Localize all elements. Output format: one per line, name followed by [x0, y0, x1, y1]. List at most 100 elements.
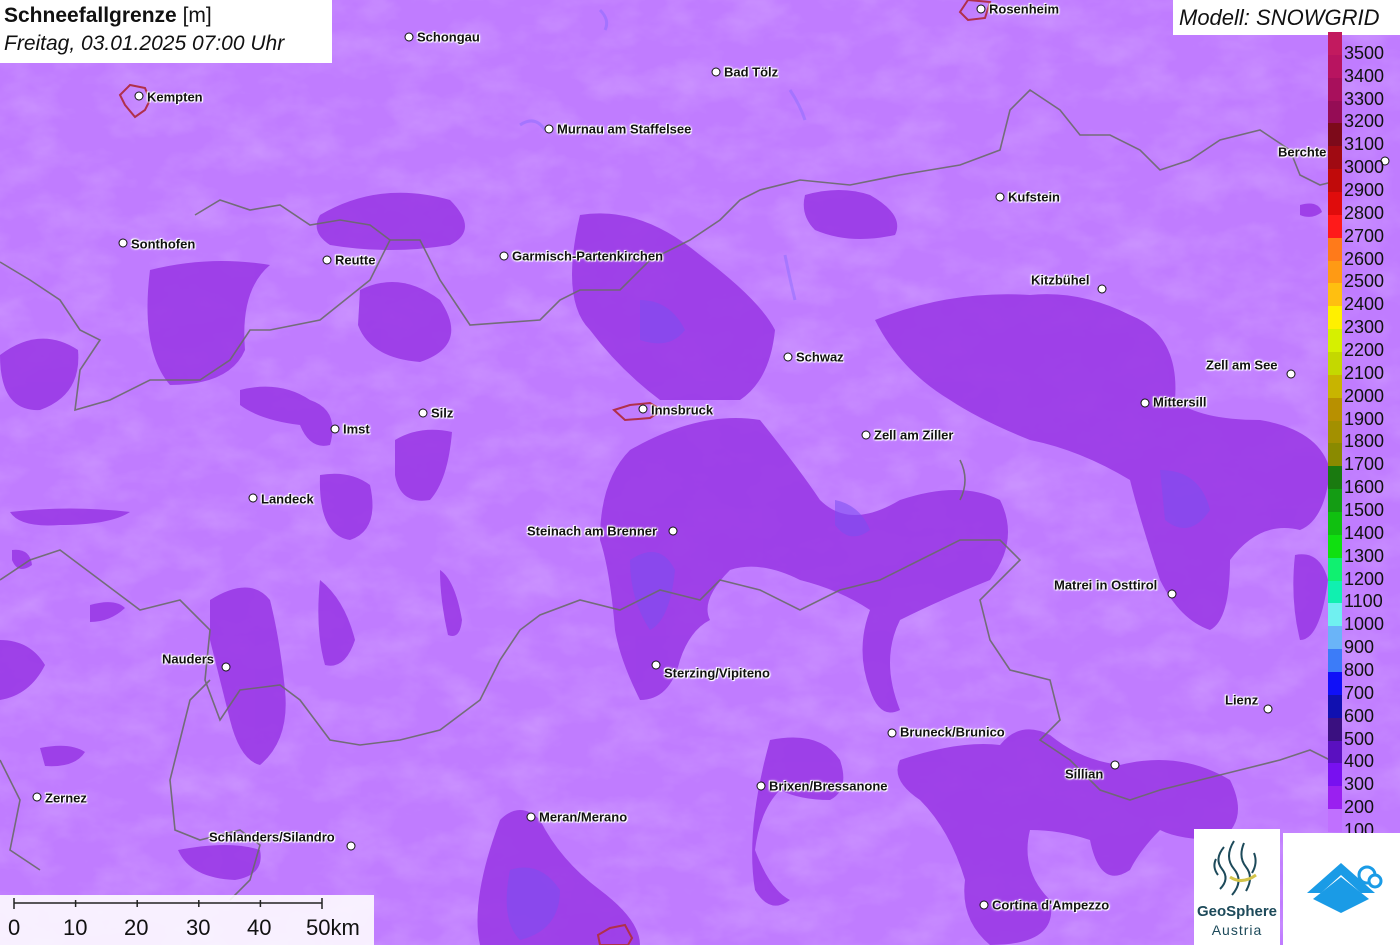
legend-row: 500 — [1328, 708, 1400, 749]
legend-row: 3000 — [1328, 136, 1400, 177]
city-dot — [499, 251, 509, 261]
city-label[interactable]: Lienz — [1225, 693, 1258, 708]
legend-row: 2200 — [1328, 319, 1400, 360]
city-label[interactable]: Cortina d'Ampezzo — [992, 898, 1109, 913]
title-box: Schneefallgrenze [m] Freitag, 03.01.2025… — [0, 0, 332, 63]
legend-row: 3300 — [1328, 68, 1400, 109]
geosphere-logo[interactable]: GeoSphere Austria — [1194, 829, 1280, 945]
legend-row: 900 — [1328, 616, 1400, 657]
weather-app-logo[interactable] — [1283, 833, 1400, 945]
city-label[interactable]: Sterzing/Vipiteno — [664, 666, 770, 681]
legend-row: 100 — [1328, 799, 1400, 840]
city-dot — [1286, 369, 1296, 379]
city-dot — [1263, 704, 1273, 714]
city-dot — [221, 662, 231, 672]
legend-row: 2000 — [1328, 365, 1400, 406]
legend-row: 800 — [1328, 639, 1400, 680]
city-label[interactable]: Zell am Ziller — [874, 428, 953, 443]
city-label[interactable]: Silz — [431, 406, 453, 421]
legend-row: 1700 — [1328, 433, 1400, 474]
city-dot — [995, 192, 1005, 202]
legend-row: 1300 — [1328, 525, 1400, 566]
scale-label: 0 — [8, 915, 21, 940]
city-dot — [783, 352, 793, 362]
scale-label: 10 — [63, 915, 88, 940]
city-dot — [861, 430, 871, 440]
scale-label: 40 — [247, 915, 272, 940]
city-dot — [711, 67, 721, 77]
city-label[interactable]: Brixen/Bressanone — [769, 779, 888, 794]
city-label[interactable]: Bad Tölz — [724, 65, 778, 80]
city-label[interactable]: Steinach am Brenner — [527, 524, 657, 539]
legend-swatch — [1328, 809, 1342, 832]
legend-row: 1400 — [1328, 502, 1400, 543]
legend-row: 2400 — [1328, 273, 1400, 314]
city-label[interactable]: Imst — [343, 422, 370, 437]
city-dot — [32, 792, 42, 802]
legend-row: 600 — [1328, 685, 1400, 726]
color-legend: 3500 3400 3300 3200 3100 3000 2900 2800 2700 2600… — [1328, 32, 1400, 840]
city-label[interactable]: Zernez — [45, 791, 87, 806]
city-label[interactable]: Kitzbühel — [1031, 273, 1090, 288]
city-label[interactable]: Bruneck/Brunico — [900, 725, 1005, 740]
city-dot — [1140, 398, 1150, 408]
city-label[interactable]: Berchte — [1278, 145, 1326, 160]
geosphere-subname: Austria — [1211, 922, 1263, 938]
legend-row: 700 — [1328, 662, 1400, 703]
city-dot — [404, 32, 414, 42]
legend-row: 3400 — [1328, 45, 1400, 86]
city-label[interactable]: Rosenheim — [989, 2, 1059, 17]
legend-row: 2700 — [1328, 205, 1400, 246]
city-label[interactable]: Zell am See — [1206, 358, 1278, 373]
scale-label: 20 — [124, 915, 149, 940]
city-label[interactable]: Reutte — [335, 253, 375, 268]
legend-row: 3100 — [1328, 113, 1400, 154]
city-dot — [638, 404, 648, 414]
scale-bar: 0 10 20 30 40 50km — [0, 895, 374, 945]
city-dot — [1097, 284, 1107, 294]
city-label[interactable]: Meran/Merano — [539, 810, 627, 825]
city-dot — [651, 660, 661, 670]
map-canvas[interactable] — [0, 0, 1400, 945]
legend-row: 2800 — [1328, 182, 1400, 223]
city-label[interactable]: Schongau — [417, 30, 480, 45]
legend-row: 2300 — [1328, 296, 1400, 337]
city-label[interactable]: Nauders — [162, 652, 214, 667]
map-title: Schneefallgrenze [m] — [4, 4, 212, 27]
legend-row: 1200 — [1328, 548, 1400, 589]
city-dot — [526, 812, 536, 822]
legend-row: 2600 — [1328, 228, 1400, 269]
city-dot — [979, 900, 989, 910]
city-dot — [346, 841, 356, 851]
legend-row: 3200 — [1328, 91, 1400, 131]
city-dot — [756, 781, 766, 791]
city-dot — [418, 408, 428, 418]
city-dot — [134, 91, 144, 101]
city-label[interactable]: Garmisch-Partenkirchen — [512, 249, 663, 264]
legend-row: 200 — [1328, 776, 1400, 817]
city-label[interactable]: Schwaz — [796, 350, 844, 365]
geosphere-name: GeoSphere — [1196, 903, 1278, 920]
city-dot — [887, 728, 897, 738]
city-label[interactable]: Innsbruck — [651, 403, 713, 418]
city-label[interactable]: Kufstein — [1008, 190, 1060, 205]
city-dot — [322, 255, 332, 265]
city-dot — [330, 424, 340, 434]
city-label[interactable]: Sonthofen — [131, 237, 195, 252]
city-dot — [976, 4, 986, 14]
city-label[interactable]: Sillian — [1065, 767, 1103, 782]
legend-row: 2900 — [1328, 159, 1400, 200]
city-label[interactable]: Murnau am Staffelsee — [557, 122, 691, 137]
legend-row: 3500 — [1328, 22, 1400, 63]
city-dot — [1110, 760, 1120, 770]
city-label[interactable]: Schlanders/Silandro — [209, 830, 335, 845]
city-label[interactable]: Mittersill — [1153, 395, 1206, 410]
scale-label: 30 — [186, 915, 211, 940]
city-dot — [248, 493, 258, 503]
legend-row: 2100 — [1328, 342, 1400, 383]
legend-row: 1000 — [1328, 593, 1400, 634]
city-label[interactable]: Landeck — [261, 492, 314, 507]
cloud-arrow-icon — [1307, 863, 1383, 913]
city-label[interactable]: Kempten — [147, 90, 203, 105]
city-label[interactable]: Matrei in Osttirol — [1054, 578, 1157, 593]
